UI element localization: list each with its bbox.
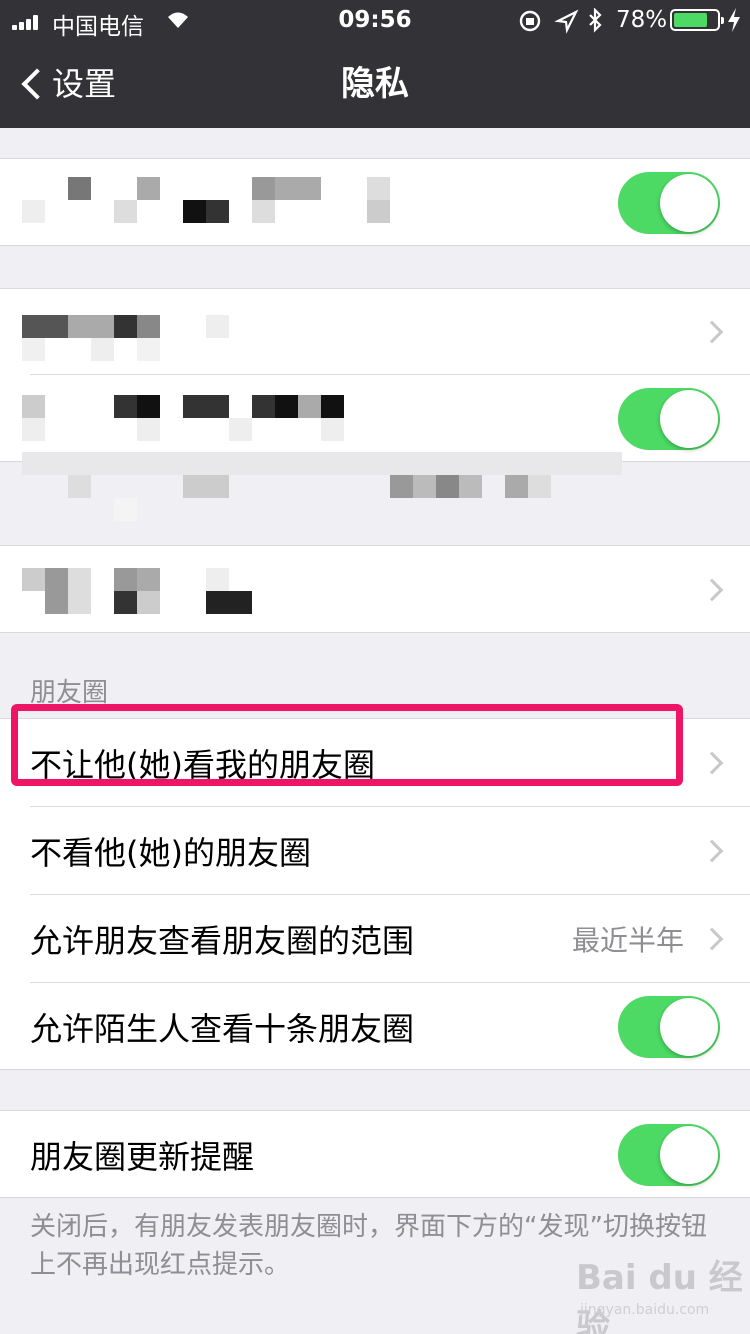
battery-percent: 78% [616, 7, 668, 33]
setting-strangers-view-ten-posts: 允许陌生人查看十条朋友圈 [0, 983, 750, 1071]
settings-group-1 [0, 158, 750, 246]
pixelated-label [22, 568, 622, 614]
blurred-setting-toggle[interactable] [618, 172, 720, 234]
chevron-right-icon [700, 927, 724, 951]
blurred-setting-row [0, 159, 750, 247]
settings-group-2 [0, 288, 750, 462]
pixelated-label [22, 177, 622, 223]
chevron-right-icon [700, 578, 724, 602]
update-reminder-group: 朋友圈更新提醒 [0, 1110, 750, 1198]
setting-label: 朋友圈更新提醒 [30, 1138, 255, 1176]
blurred-setting-row[interactable] [0, 546, 750, 634]
setting-moments-update-reminder: 朋友圈更新提醒 [0, 1111, 750, 1199]
pixelated-footnote [22, 452, 622, 522]
update-reminder-toggle[interactable] [618, 1124, 720, 1186]
watermark-url: jingyan.baidu.com [580, 1302, 710, 1318]
charging-icon [727, 8, 741, 38]
baidu-watermark: Bai du 经验 [576, 1258, 743, 1334]
settings-group-3 [0, 545, 750, 633]
location-icon [554, 9, 579, 34]
setting-label: 允许朋友查看朋友圈的范围 [30, 922, 415, 960]
navigation-bar: 设置 隐私 [0, 40, 750, 128]
pixelated-label [22, 315, 622, 361]
bluetooth-icon [589, 7, 602, 33]
chevron-right-icon [700, 839, 724, 863]
strangers-view-toggle[interactable] [618, 996, 720, 1058]
blurred-setting-row[interactable] [0, 289, 750, 375]
pixelated-label [22, 395, 622, 441]
blurred-setting-row [0, 375, 750, 463]
rotation-lock-icon [519, 10, 541, 32]
page-title: 隐私 [341, 64, 409, 104]
setting-moments-visible-range[interactable]: 允许朋友查看朋友圈的范围 最近半年 [0, 895, 750, 983]
chevron-right-icon [700, 751, 724, 775]
setting-hide-their-moments[interactable]: 不看他(她)的朋友圈 [0, 807, 750, 895]
blurred-setting-toggle[interactable] [618, 388, 720, 450]
status-bar: 中国电信 09:56 78% [0, 0, 750, 40]
highlight-box [11, 704, 683, 786]
battery-icon [670, 9, 724, 31]
chevron-right-icon [700, 320, 724, 344]
setting-value: 最近半年 [571, 924, 684, 957]
setting-label: 不看他(她)的朋友圈 [30, 834, 311, 872]
setting-label: 允许陌生人查看十条朋友圈 [30, 1010, 415, 1048]
